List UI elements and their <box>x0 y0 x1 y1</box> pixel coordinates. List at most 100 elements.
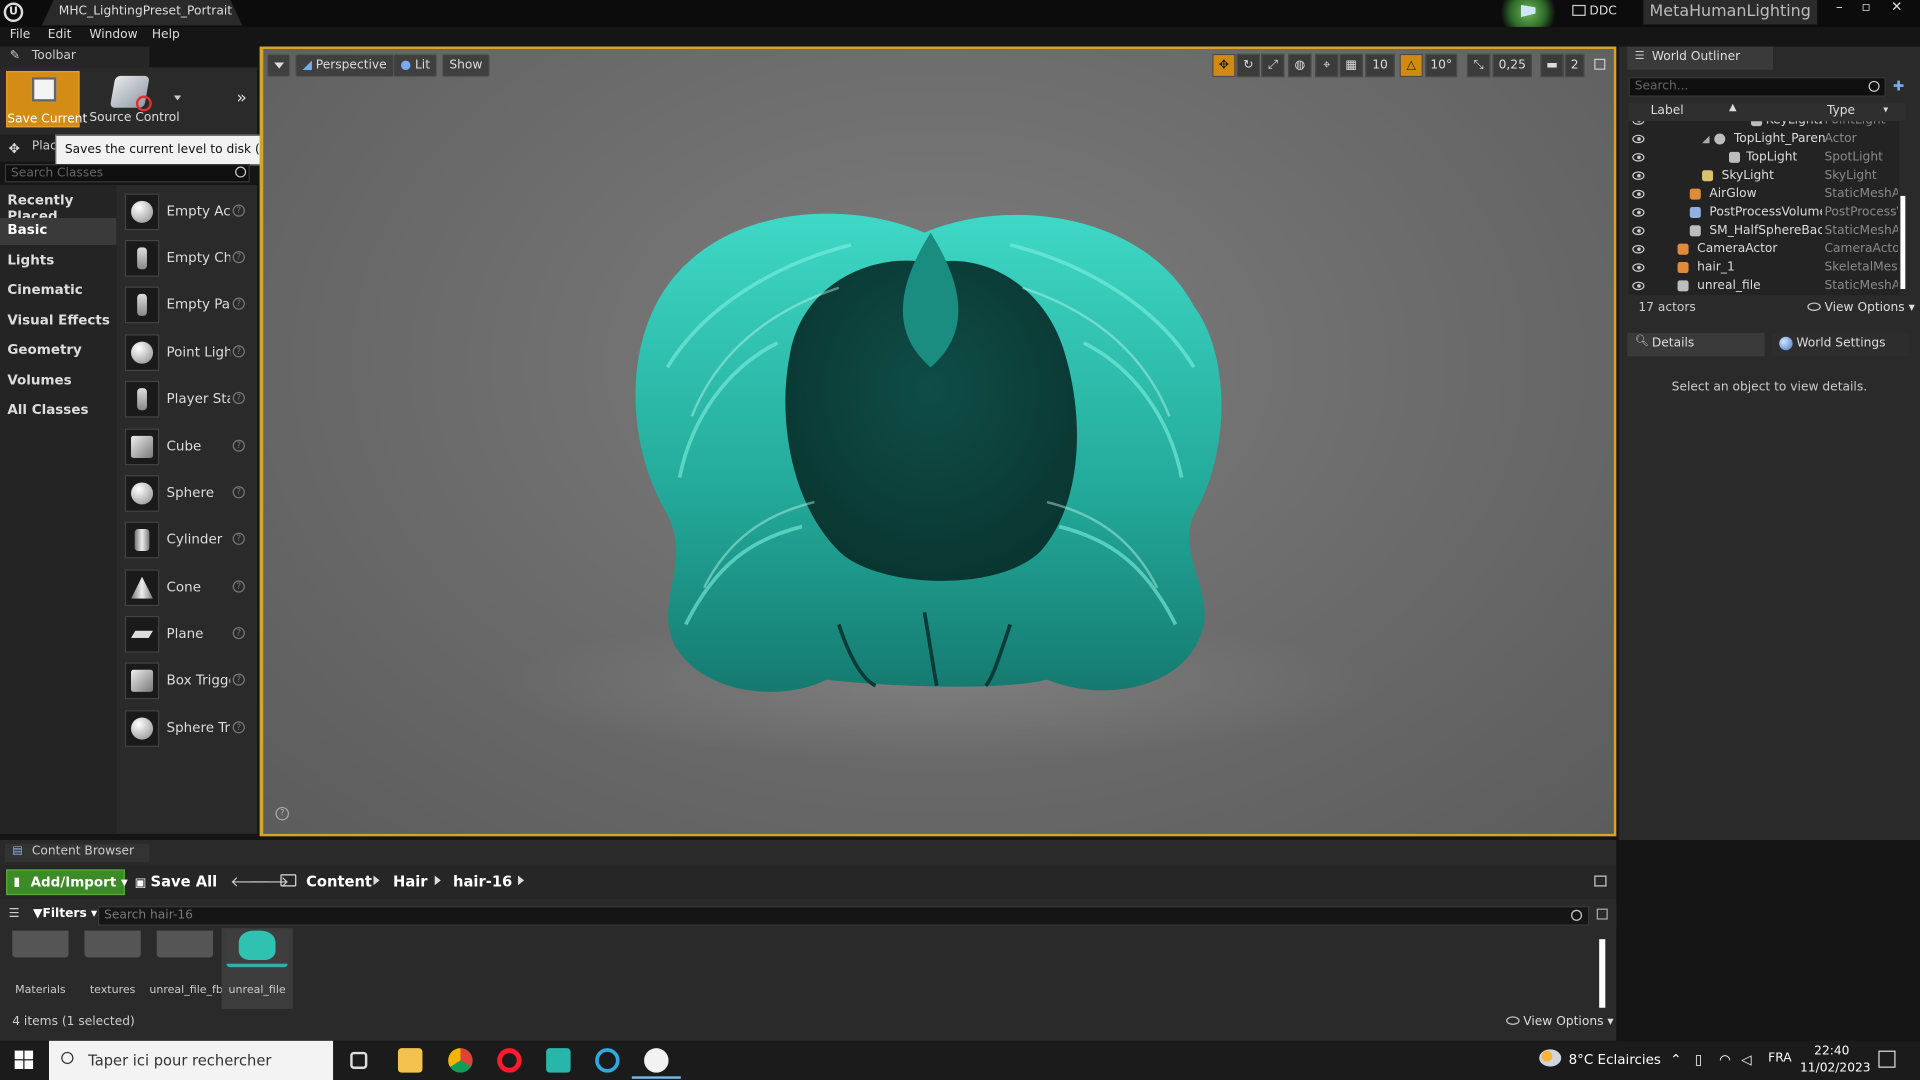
place-item-player-start[interactable]: Player Start? <box>116 377 257 424</box>
place-item-box-trigger[interactable]: Box Trigger? <box>116 659 257 706</box>
notifications-icon[interactable] <box>1878 1050 1896 1068</box>
breadcrumb-separator-icon[interactable] <box>434 875 441 886</box>
content-scrollbar[interactable] <box>1599 939 1606 1008</box>
maximize-button[interactable]: ▫ <box>1853 0 1880 17</box>
sources-toggle-icon[interactable]: ☰ <box>9 907 20 920</box>
perspective-button[interactable]: ◢ Perspective <box>295 53 395 78</box>
save-all-button[interactable]: ▣ Save All <box>135 873 217 890</box>
unreal-engine-taskbar-icon[interactable] <box>644 1048 669 1073</box>
menu-help[interactable]: Help <box>152 28 180 41</box>
lock-icon[interactable] <box>1594 875 1607 887</box>
place-item-sphere-trigger[interactable]: Sphere Trigger? <box>116 707 257 754</box>
place-item-point-light[interactable]: Point Light? <box>116 331 257 378</box>
help-icon[interactable]: ? <box>232 251 245 264</box>
help-icon[interactable]: ? <box>232 673 245 686</box>
rotation-snap-value[interactable]: 10° <box>1425 53 1458 78</box>
filters-button[interactable]: ▼Filters ▾ <box>33 907 97 920</box>
help-icon[interactable]: ? <box>275 806 289 821</box>
device-icon[interactable]: ▯ <box>1695 1052 1702 1068</box>
outliner-search-input[interactable]: Search... <box>1628 77 1886 97</box>
file-explorer-icon[interactable] <box>397 1048 423 1073</box>
place-item-empty-pawn[interactable]: Empty Pawn? <box>116 283 257 330</box>
visibility-eye-icon[interactable] <box>1632 134 1645 144</box>
world-outliner-tab[interactable]: ☰ World Outliner <box>1627 46 1774 70</box>
place-item-cube[interactable]: Cube? <box>116 425 257 472</box>
outliner-view-options[interactable]: View Options ▾ <box>1807 301 1915 315</box>
maya-icon[interactable] <box>546 1048 571 1073</box>
content-browser-tab[interactable]: ▤ Content Browser <box>4 843 150 863</box>
visibility-eye-icon[interactable] <box>1632 263 1645 272</box>
ddc-button[interactable]: DDC <box>1572 4 1617 18</box>
outliner-scrollbar[interactable] <box>1900 195 1906 289</box>
search-classes-input[interactable]: Search Classes <box>4 164 250 183</box>
level-viewport[interactable]: ◢ Perspective ● Lit Show ✥ ↻ ⤢ ◍ ⌖ ▦ 10 … <box>263 48 1614 834</box>
place-item-sphere[interactable]: Sphere? <box>116 471 257 518</box>
breadcrumb-separator-icon[interactable] <box>517 875 525 886</box>
category-visual-effects[interactable]: Visual Effects <box>0 309 116 336</box>
source-control-label[interactable]: Source Control <box>89 111 179 124</box>
opera-icon[interactable] <box>497 1048 522 1073</box>
place-item-empty-actor[interactable]: Empty Actor? <box>116 190 257 237</box>
menu-edit[interactable]: Edit <box>48 28 72 41</box>
place-item-cone[interactable]: Cone? <box>116 566 257 613</box>
outliner-row[interactable]: unreal_fileStaticMeshActor <box>1629 277 1900 295</box>
asset-tile-selected[interactable]: unreal_file <box>221 928 293 1009</box>
outliner-row[interactable]: CameraActor CameraActor <box>1629 240 1900 258</box>
content-search-input[interactable]: Search hair-16 <box>97 906 1590 926</box>
help-icon[interactable]: ? <box>232 391 245 405</box>
scale-snap-value[interactable]: 0,25 <box>1492 53 1532 78</box>
category-recently-placed[interactable]: Recently Placed <box>0 189 116 224</box>
menu-window[interactable]: Window <box>89 28 137 41</box>
camera-speed-value[interactable]: 2 <box>1564 53 1585 78</box>
help-icon[interactable]: ? <box>232 486 245 499</box>
world-settings-tab[interactable]: World Settings <box>1771 333 1909 357</box>
visibility-eye-icon[interactable] <box>1632 208 1645 217</box>
grid-snap-icon[interactable]: ▦ <box>1339 53 1363 78</box>
breadcrumb-separator-icon[interactable] <box>373 875 380 886</box>
help-icon[interactable]: ? <box>232 721 245 734</box>
category-all-classes[interactable]: All Classes <box>0 398 116 425</box>
col-label-header[interactable]: Label <box>1651 104 1684 117</box>
visibility-eye-icon[interactable] <box>1632 226 1645 236</box>
place-item-plane[interactable]: Plane? <box>116 612 257 659</box>
task-view-icon[interactable] <box>350 1051 368 1069</box>
tray-chevron-icon[interactable]: ⌃ <box>1670 1052 1681 1068</box>
visibility-eye-icon[interactable] <box>1632 153 1645 162</box>
volume-icon[interactable]: ◁ <box>1741 1052 1751 1068</box>
col-type-header[interactable]: Type <box>1827 104 1855 117</box>
outliner-row[interactable]: AirGlowStaticMeshActor <box>1629 185 1900 203</box>
level-document-tab[interactable]: MHC_LightingPreset_Portrait <box>41 0 243 26</box>
visibility-eye-icon[interactable] <box>1632 244 1645 254</box>
outliner-row[interactable]: SM_HalfSphereBackgroundStaticMeshActor <box>1629 222 1900 240</box>
visibility-eye-icon[interactable] <box>1632 189 1645 199</box>
help-icon[interactable]: ? <box>232 626 245 640</box>
outliner-row[interactable]: KeyLight2PointLight <box>1629 121 1900 130</box>
weather-text[interactable]: 8°C Eclaircies <box>1569 1052 1661 1068</box>
add-import-button[interactable]: ▮ Add/Import ▾ <box>6 869 128 896</box>
viewport-options-button[interactable] <box>266 53 291 78</box>
rotation-snap-icon[interactable]: △ <box>1399 53 1423 78</box>
help-icon[interactable]: ? <box>232 204 245 217</box>
lit-button[interactable]: ● Lit <box>393 53 438 78</box>
chevron-down-icon[interactable]: ▾ <box>1883 104 1888 115</box>
visibility-eye-icon[interactable] <box>1632 171 1645 180</box>
category-cinematic[interactable]: Cinematic <box>0 278 116 305</box>
wifi-icon[interactable]: ◠ <box>1719 1052 1731 1068</box>
world-space-icon[interactable]: ◍ <box>1288 53 1312 78</box>
place-item-cylinder[interactable]: Cylinder? <box>116 518 257 565</box>
content-view-options[interactable]: View Options ▾ <box>1506 1015 1614 1029</box>
language-indicator[interactable]: FRA <box>1768 1052 1791 1065</box>
taskbar-search-input[interactable]: Taper ici pour rechercher <box>48 1040 334 1080</box>
outliner-row[interactable]: TopLight SpotLight <box>1629 148 1900 166</box>
unreal-logo-icon[interactable]: U <box>3 2 24 23</box>
translate-tool-icon[interactable]: ✥ <box>1212 53 1236 78</box>
visibility-eye-icon[interactable] <box>1632 121 1645 125</box>
breadcrumb-hair-16[interactable]: hair-16 <box>453 873 512 890</box>
breadcrumb-content[interactable]: Content <box>306 873 372 890</box>
scale-snap-icon[interactable]: ⤡ <box>1466 53 1491 78</box>
save-current-button[interactable]: Save Current <box>6 71 87 128</box>
place-item-empty-character[interactable]: Empty Character? <box>116 236 257 283</box>
show-button[interactable]: Show <box>442 53 490 78</box>
menu-file[interactable]: File <box>10 28 30 41</box>
outliner-row[interactable]: ◢ TopLight_Parent Actor <box>1629 130 1900 148</box>
